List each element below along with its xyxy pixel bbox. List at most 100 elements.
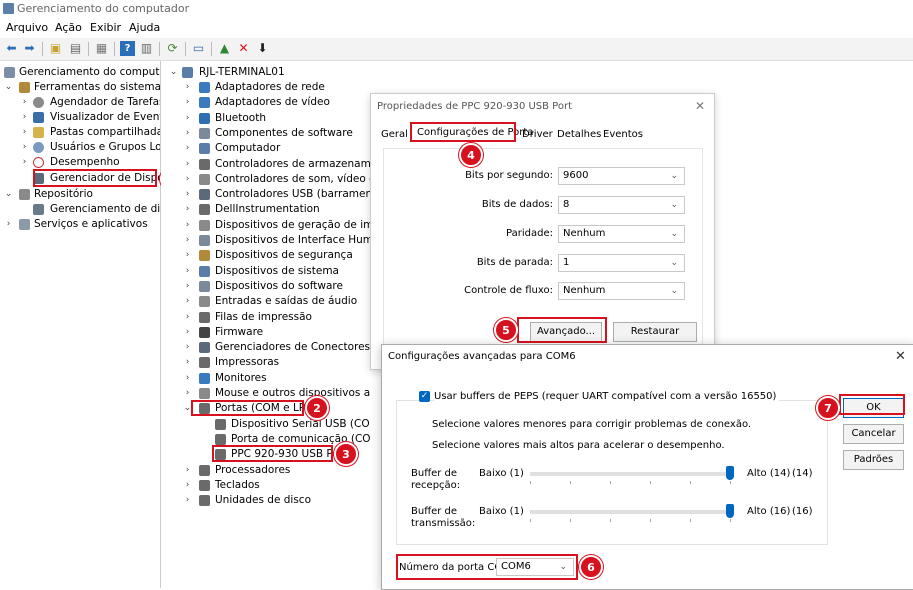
chevron-right-icon[interactable]: › (183, 355, 192, 370)
uninstall-x-icon[interactable]: ✕ (236, 41, 251, 56)
chevron-right-icon[interactable]: › (183, 157, 192, 172)
restore-defaults-button[interactable]: Restaurar Padrões (613, 322, 697, 355)
slider-tick (610, 519, 611, 522)
device-category-label: Dispositivos de sistema (215, 264, 339, 277)
toolbar-separator (211, 42, 212, 56)
scan-hardware-icon[interactable]: ⟳ (165, 41, 180, 56)
rx-buffer-slider-thumb[interactable] (726, 466, 734, 480)
chevron-right-icon[interactable]: › (183, 233, 192, 248)
cancel-button[interactable]: Cancelar (843, 424, 904, 444)
device-category-icon (199, 158, 210, 170)
step-badge-2: 2 (305, 396, 329, 420)
select-paridade[interactable]: Nenhum ⌄ (558, 225, 685, 243)
chevron-right-icon[interactable]: › (183, 264, 192, 279)
chevron-down-icon[interactable]: ⌄ (4, 187, 13, 202)
chevron-right-icon[interactable]: › (183, 294, 192, 309)
up-folder-icon[interactable]: ▣ (48, 41, 63, 56)
chevron-right-icon[interactable]: › (183, 478, 192, 493)
monitor-icon[interactable]: ▭ (191, 41, 206, 56)
console-tree-icon[interactable]: ▤ (68, 41, 83, 56)
chevron-down-icon: ⌄ (670, 258, 678, 268)
chevron-right-icon[interactable]: › (183, 463, 192, 478)
fifo-checkbox[interactable]: ✓ (419, 391, 430, 402)
slider-tick (530, 481, 531, 484)
update-driver-icon[interactable]: ▲ (217, 41, 232, 56)
tab-driver[interactable]: Driver (522, 129, 553, 140)
chevron-right-icon[interactable]: › (183, 126, 192, 141)
chevron-right-icon[interactable]: › (183, 202, 192, 217)
device-category-icon (199, 265, 210, 277)
chevron-right-icon[interactable]: › (183, 187, 192, 202)
select-value: Nenhum (563, 228, 606, 239)
tx-buffer-slider-track[interactable] (530, 510, 730, 514)
chevron-right-icon[interactable]: › (183, 218, 192, 233)
menu-acao[interactable]: Ação (55, 21, 82, 34)
advanced-dialog-title: Configurações avançadas para COM6 (388, 351, 576, 362)
close-icon[interactable]: ✕ (695, 99, 705, 113)
chevron-right-icon[interactable]: › (183, 493, 192, 508)
download-circle-icon[interactable]: ⬇ (255, 41, 270, 56)
tree-item-label: Serviços e aplicativos (34, 218, 148, 230)
chevron-right-icon[interactable]: › (20, 110, 29, 125)
chevron-right-icon[interactable]: › (4, 217, 13, 232)
chevron-down-icon[interactable]: ⌄ (169, 65, 178, 80)
tree-item-label: Ferramentas do sistema (34, 81, 161, 93)
close-icon[interactable]: ✕ (895, 349, 906, 364)
fifo-checkbox-label: Usar buffers de PEPS (requer UART compat… (434, 391, 780, 402)
chevron-right-icon[interactable]: › (20, 125, 29, 140)
help-icon[interactable]: ? (120, 41, 135, 56)
device-tree-root-label: RJL-TERMINAL01 (199, 66, 285, 78)
event-viewer-icon (33, 112, 44, 123)
chevron-right-icon[interactable]: › (183, 248, 192, 263)
select-bits-por-segundo[interactable]: 9600 ⌄ (558, 167, 685, 185)
chevron-down-icon[interactable]: ⌄ (4, 80, 13, 95)
chevron-right-icon[interactable]: › (20, 95, 29, 110)
menu-ajuda[interactable]: Ajuda (129, 21, 160, 34)
rx-buffer-slider-track[interactable] (530, 472, 730, 476)
select-controle-de-fluxo[interactable]: Nenhum ⌄ (558, 282, 685, 300)
device-category-label: Computador (215, 142, 281, 155)
chevron-right-icon[interactable]: › (183, 325, 192, 340)
chevron-right-icon[interactable]: › (183, 95, 192, 110)
chevron-right-icon[interactable]: › (20, 155, 29, 170)
users-icon (33, 142, 44, 153)
action-pane-icon[interactable]: ▥ (139, 41, 154, 56)
select-bits-de-parada[interactable]: 1 ⌄ (558, 254, 685, 272)
back-arrow-icon[interactable]: ⬅ (4, 41, 19, 56)
chevron-right-icon[interactable]: › (183, 141, 192, 156)
device-category-icon (199, 326, 210, 338)
device-category-label: Gerenciadores de Conectores USB (215, 341, 370, 354)
defaults-button[interactable]: Padrões (843, 450, 904, 470)
select-bits-de-dados[interactable]: 8 ⌄ (558, 196, 685, 214)
chevron-right-icon[interactable]: › (183, 172, 192, 187)
chevron-right-icon[interactable]: › (183, 386, 192, 401)
chevron-right-icon[interactable]: › (183, 111, 192, 126)
device-category-icon (199, 296, 210, 308)
toolbar-separator (185, 42, 186, 56)
device-category-icon (199, 372, 210, 384)
device-category-label: Monitores (215, 371, 267, 384)
tab-detalhes[interactable]: Detalhes (557, 129, 601, 140)
device-category-label: Bluetooth (215, 111, 266, 124)
tab-geral[interactable]: Geral (381, 129, 408, 140)
tx-buffer-slider-thumb[interactable] (726, 504, 734, 518)
toolbar-separator (88, 42, 89, 56)
slider-tick (570, 519, 571, 522)
chevron-right-icon[interactable]: › (183, 80, 192, 95)
device-tree: ⌄ RJL-TERMINAL01 › Adaptadores de rede › Ad… (161, 61, 370, 588)
properties-icon[interactable]: ▦ (94, 41, 109, 56)
rx-high-label: Alto (14) (747, 468, 791, 479)
chevron-right-icon[interactable]: › (20, 140, 29, 155)
tree-item-label: Visualizador de Eventos (50, 111, 160, 123)
chevron-right-icon[interactable]: › (183, 371, 192, 386)
forward-arrow-icon[interactable]: ➡ (22, 41, 37, 56)
slider-tick (690, 519, 691, 522)
chevron-right-icon[interactable]: › (183, 310, 192, 325)
menu-arquivo[interactable]: Arquivo (6, 21, 48, 34)
menu-exibir[interactable]: Exibir (90, 21, 121, 34)
chevron-right-icon[interactable]: › (183, 279, 192, 294)
tx-value: (16) (792, 506, 813, 517)
tree-item-label: Desempenho (50, 156, 120, 168)
chevron-right-icon[interactable]: › (183, 340, 192, 355)
tab-eventos[interactable]: Eventos (603, 129, 643, 140)
